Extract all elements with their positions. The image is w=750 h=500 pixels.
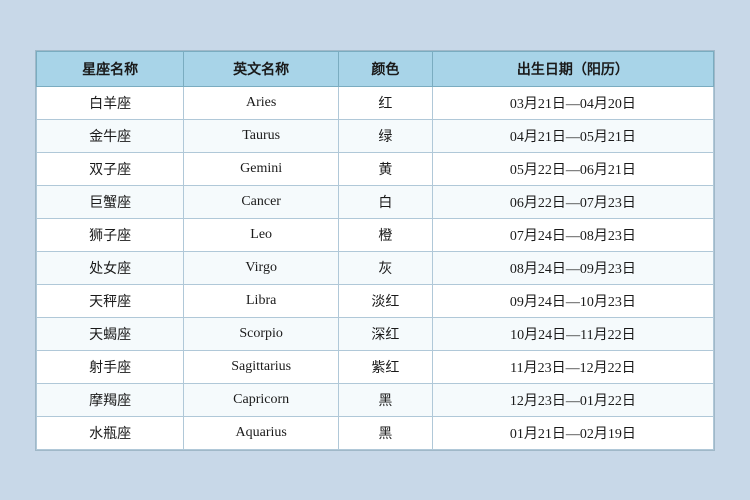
table-row: 射手座Sagittarius紫红11月23日—12月22日: [37, 350, 714, 383]
cell-chinese: 巨蟹座: [37, 185, 184, 218]
cell-chinese: 天蝎座: [37, 317, 184, 350]
cell-chinese: 摩羯座: [37, 383, 184, 416]
col-color: 颜色: [339, 51, 433, 86]
cell-date: 07月24日—08月23日: [432, 218, 713, 251]
table-row: 双子座Gemini黄05月22日—06月21日: [37, 152, 714, 185]
table-body: 白羊座Aries红03月21日—04月20日金牛座Taurus绿04月21日—0…: [37, 86, 714, 449]
cell-chinese: 水瓶座: [37, 416, 184, 449]
cell-english: Libra: [184, 284, 339, 317]
cell-date: 08月24日—09月23日: [432, 251, 713, 284]
cell-date: 09月24日—10月23日: [432, 284, 713, 317]
table-row: 巨蟹座Cancer白06月22日—07月23日: [37, 185, 714, 218]
zodiac-table: 星座名称 英文名称 颜色 出生日期（阳历） 白羊座Aries红03月21日—04…: [36, 51, 714, 450]
table-row: 天秤座Libra淡红09月24日—10月23日: [37, 284, 714, 317]
cell-color: 黑: [339, 383, 433, 416]
table-header-row: 星座名称 英文名称 颜色 出生日期（阳历）: [37, 51, 714, 86]
cell-english: Taurus: [184, 119, 339, 152]
cell-english: Gemini: [184, 152, 339, 185]
cell-color: 黄: [339, 152, 433, 185]
cell-date: 12月23日—01月22日: [432, 383, 713, 416]
table-row: 金牛座Taurus绿04月21日—05月21日: [37, 119, 714, 152]
cell-chinese: 天秤座: [37, 284, 184, 317]
cell-color: 紫红: [339, 350, 433, 383]
cell-date: 11月23日—12月22日: [432, 350, 713, 383]
cell-date: 03月21日—04月20日: [432, 86, 713, 119]
cell-chinese: 金牛座: [37, 119, 184, 152]
cell-date: 05月22日—06月21日: [432, 152, 713, 185]
cell-chinese: 白羊座: [37, 86, 184, 119]
cell-color: 绿: [339, 119, 433, 152]
table-row: 处女座Virgo灰08月24日—09月23日: [37, 251, 714, 284]
col-date: 出生日期（阳历）: [432, 51, 713, 86]
cell-color: 深红: [339, 317, 433, 350]
cell-english: Capricorn: [184, 383, 339, 416]
col-english-name: 英文名称: [184, 51, 339, 86]
cell-english: Sagittarius: [184, 350, 339, 383]
cell-chinese: 狮子座: [37, 218, 184, 251]
cell-english: Aquarius: [184, 416, 339, 449]
cell-chinese: 双子座: [37, 152, 184, 185]
cell-color: 橙: [339, 218, 433, 251]
cell-color: 淡红: [339, 284, 433, 317]
col-chinese-name: 星座名称: [37, 51, 184, 86]
cell-chinese: 处女座: [37, 251, 184, 284]
table-row: 摩羯座Capricorn黑12月23日—01月22日: [37, 383, 714, 416]
cell-english: Scorpio: [184, 317, 339, 350]
cell-english: Virgo: [184, 251, 339, 284]
cell-date: 10月24日—11月22日: [432, 317, 713, 350]
cell-color: 灰: [339, 251, 433, 284]
cell-chinese: 射手座: [37, 350, 184, 383]
cell-english: Aries: [184, 86, 339, 119]
cell-english: Leo: [184, 218, 339, 251]
cell-color: 红: [339, 86, 433, 119]
cell-color: 黑: [339, 416, 433, 449]
zodiac-table-container: 星座名称 英文名称 颜色 出生日期（阳历） 白羊座Aries红03月21日—04…: [35, 50, 715, 451]
cell-date: 04月21日—05月21日: [432, 119, 713, 152]
table-row: 水瓶座Aquarius黑01月21日—02月19日: [37, 416, 714, 449]
table-row: 白羊座Aries红03月21日—04月20日: [37, 86, 714, 119]
cell-color: 白: [339, 185, 433, 218]
table-row: 天蝎座Scorpio深红10月24日—11月22日: [37, 317, 714, 350]
table-row: 狮子座Leo橙07月24日—08月23日: [37, 218, 714, 251]
cell-english: Cancer: [184, 185, 339, 218]
cell-date: 06月22日—07月23日: [432, 185, 713, 218]
cell-date: 01月21日—02月19日: [432, 416, 713, 449]
